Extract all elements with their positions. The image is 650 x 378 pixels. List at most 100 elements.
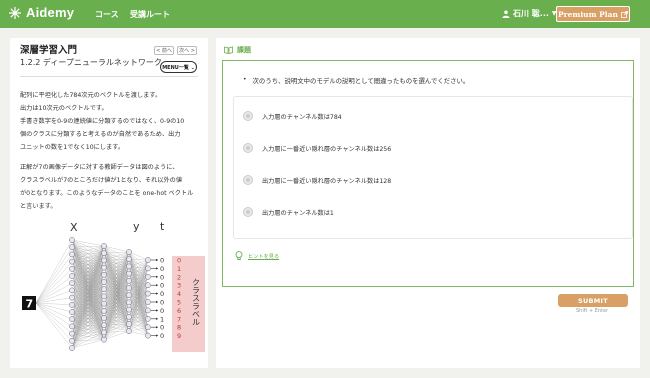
network-node [126, 328, 132, 335]
option-label: 入力層に一番近い隠れ層のチャンネル数は256 [262, 145, 392, 153]
book-icon [224, 46, 233, 54]
arrow-head [156, 317, 158, 320]
network-node [101, 286, 107, 293]
network-node [69, 323, 75, 330]
class-label-text: クラスラベル [192, 278, 201, 326]
network-node [69, 301, 75, 308]
arrow-head [156, 267, 158, 270]
network-node [101, 293, 107, 300]
task-box: • 次のうち、説明文中のモデルの説明として間違ったものを選んでください。 入力層… [222, 60, 634, 287]
network-node [145, 332, 151, 339]
question-text: 次のうち、説明文中のモデルの説明として間違ったものを選んでください。 [252, 77, 470, 85]
network-node [69, 294, 75, 301]
next-button[interactable]: 次へ > [177, 46, 197, 55]
network-node [126, 249, 132, 255]
network-diagram: X y t 7 0000000100 0123456789 クラスラベル [22, 220, 205, 352]
option-2[interactable]: 入力層に一番近い隠れ層のチャンネル数は256 [234, 133, 632, 163]
radio-button[interactable] [244, 176, 252, 184]
hint-label: ヒントを見る [248, 253, 280, 260]
radio-button[interactable] [244, 112, 252, 120]
radio-button[interactable] [244, 208, 252, 216]
network-node [126, 299, 132, 306]
logo[interactable]: Aidemy [8, 5, 74, 20]
section-title: 1.2.2 ディープニューラルネットワーク [20, 58, 162, 67]
t-value: 0 [160, 282, 164, 290]
option-3[interactable]: 出力層に一番近い隠れ層のチャンネル数は128 [234, 165, 632, 195]
brand-name: Aidemy [26, 5, 75, 20]
t-values: 0000000100 [151, 257, 164, 340]
input-edge [35, 247, 73, 304]
nav-route[interactable]: 受講ルート [130, 9, 170, 20]
user-menu[interactable]: 石川 聡... ▼ [502, 8, 557, 19]
arrow-head [156, 275, 158, 278]
network-node [145, 273, 151, 280]
divider [20, 76, 198, 77]
network-node [101, 322, 107, 329]
input-edge [35, 268, 73, 304]
network-node [145, 324, 151, 331]
input-edge [35, 302, 73, 349]
input-edge [35, 297, 73, 304]
text-line: ユニットの数を1でなく10にします。 [20, 144, 125, 151]
logo-icon [9, 6, 21, 19]
class-digit: 9 [177, 332, 181, 340]
class-digit: 3 [177, 282, 181, 290]
text-line: 正解が7の画像データに対する教師データは図のように、 [20, 164, 179, 171]
options-list: 入力層のチャンネル数は784 入力層に一番近い隠れ層のチャンネル数は256 出力… [233, 96, 633, 239]
network-node [126, 270, 132, 277]
network-node [69, 287, 75, 294]
network-edge [128, 251, 149, 261]
network-node [145, 315, 151, 322]
network-node [126, 321, 132, 327]
network-node [69, 251, 75, 258]
network-node [101, 336, 107, 343]
class-digits: 0123456789 [177, 257, 181, 341]
nav-course[interactable]: コース [95, 9, 119, 20]
option-label: 出力層のチャンネル数は1 [262, 209, 334, 217]
class-digit: 0 [177, 257, 181, 265]
network-node [126, 277, 132, 284]
network-node [69, 273, 75, 279]
class-digit: 4 [177, 290, 181, 298]
input-edge [35, 239, 73, 304]
prev-button[interactable]: < 前へ [154, 46, 174, 55]
arrow-head [156, 258, 158, 262]
shortcut-hint: Shift + Enter [576, 308, 609, 314]
network-node [69, 258, 75, 265]
lightbulb-icon [235, 251, 243, 260]
option-4[interactable]: 出力層のチャンネル数は1 [234, 197, 632, 227]
premium-plan-button[interactable]: Premium Plan [556, 6, 630, 22]
option-1[interactable]: 入力層のチャンネル数は784 [234, 101, 632, 131]
t-value: 0 [160, 324, 164, 332]
network-node [101, 300, 107, 307]
input-edge [35, 254, 73, 304]
premium-plan-label: Premium Plan [558, 9, 618, 19]
t-value: 0 [160, 299, 164, 307]
submit-button[interactable]: SUBMIT [558, 294, 628, 307]
task-heading: 課題 [224, 45, 251, 55]
input-digit: 7 [26, 298, 34, 311]
paragraph-1: 配列に平坦化した784次元のベクトルを渡します。 出力は10次元のベクトルです。… [20, 89, 205, 154]
network-node [145, 307, 151, 314]
arrow-head [156, 326, 158, 329]
menu-button[interactable]: MENU一覧 ⌄ [160, 61, 197, 73]
t-value: 1 [160, 315, 164, 323]
network-edge [71, 339, 105, 349]
network-node [69, 345, 75, 351]
lesson-panel: 深層学習入門 < 前へ 次へ > 1.2.2 ディープニューラルネットワーク M… [10, 38, 208, 368]
network-node [69, 309, 75, 315]
t-value: 0 [160, 257, 164, 265]
class-digit: 1 [177, 265, 181, 273]
network-node [126, 256, 132, 263]
radio-button[interactable] [244, 144, 252, 152]
network-node [126, 263, 132, 270]
hint-link[interactable]: ヒントを見る [235, 251, 279, 261]
input-edge [35, 302, 73, 320]
text-line: 手書き数字を0-9の連続値に分類するのではなく、0-9の10 [20, 118, 185, 125]
network-edge [128, 251, 149, 269]
text-line: 出力は10次元のベクトルです。 [20, 105, 108, 112]
network-node [101, 329, 107, 336]
network-node [69, 237, 75, 243]
task-panel: 課題 • 次のうち、説明文中のモデルの説明として間違ったものを選んでください。 … [216, 38, 640, 368]
network-node [69, 265, 75, 272]
